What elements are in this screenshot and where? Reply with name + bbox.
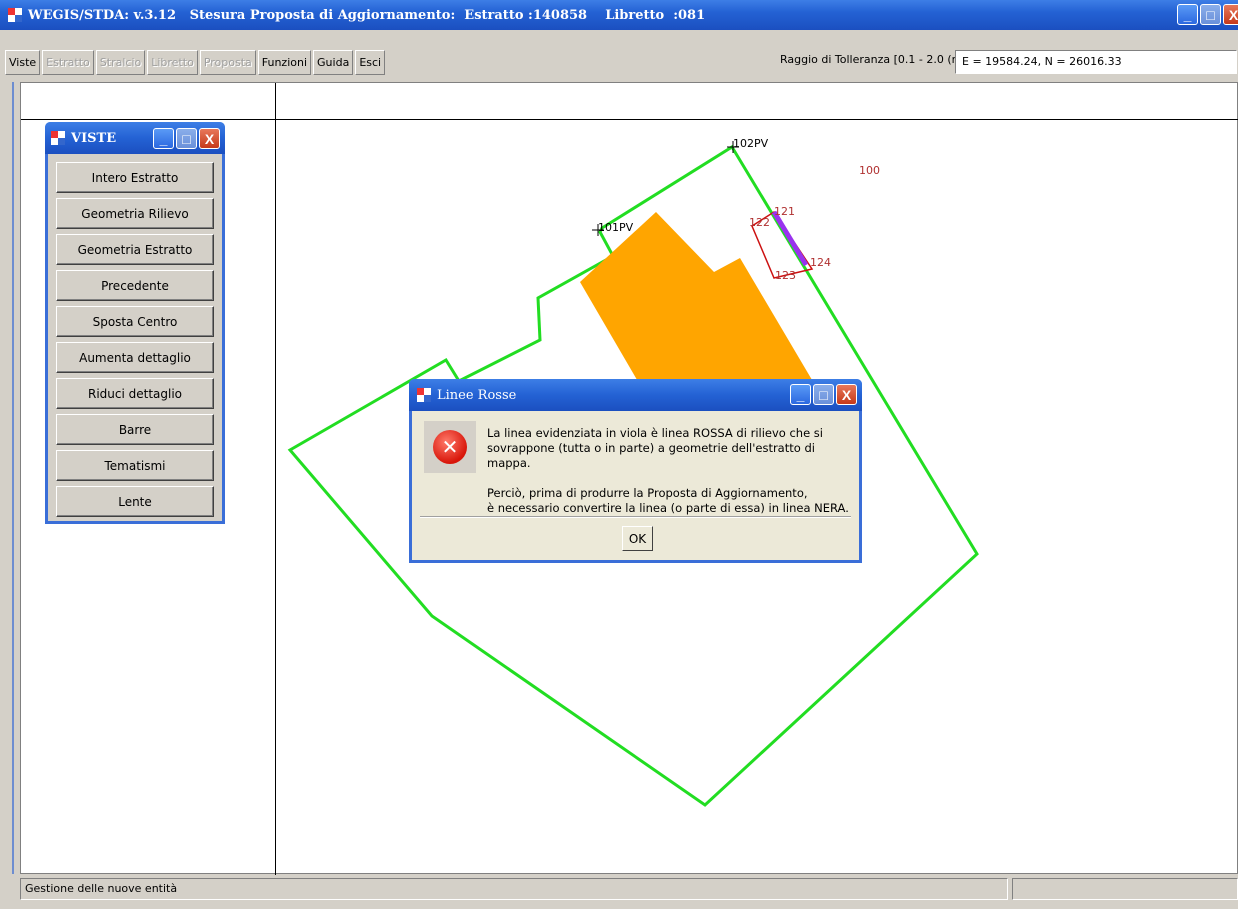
error-icon: ✕ — [424, 421, 476, 473]
viste-maximize-button[interactable]: □ — [176, 128, 197, 149]
barre-button[interactable]: Barre — [56, 414, 214, 445]
dialog-title-bar[interactable]: Linee Rosse _ □ X — [409, 379, 862, 411]
intero-estratto-button[interactable]: Intero Estratto — [56, 162, 214, 193]
lente-button[interactable]: Lente — [56, 486, 214, 517]
riduci-dettaglio-button[interactable]: Riduci dettaglio — [56, 378, 214, 409]
precedente-button[interactable]: Precedente — [56, 270, 214, 301]
dialog-separator — [420, 516, 851, 518]
geometria-estratto-button[interactable]: Geometria Estratto — [56, 234, 214, 265]
tematismi-button[interactable]: Tematismi — [56, 450, 214, 481]
label-121: 121 — [774, 205, 795, 218]
viste-minimize-button[interactable]: _ — [153, 128, 174, 149]
dialog-title: Linee Rosse — [437, 387, 517, 403]
label-102pv: 102PV — [733, 137, 769, 150]
message-line-1: La linea evidenziata in viola è linea RO… — [487, 426, 823, 440]
label-124: 124 — [810, 256, 831, 269]
viste-title-bar[interactable]: VISTE _ □ X — [45, 122, 225, 154]
label-100: 100 — [859, 164, 880, 177]
ok-button[interactable]: OK — [622, 526, 653, 551]
label-101pv: 101PV — [598, 221, 634, 234]
message-line-2: sovrappone (tutta o in parte) a geometri… — [487, 441, 815, 470]
viste-title: VISTE — [71, 130, 117, 146]
violet-highlight-line — [771, 210, 809, 267]
message-line-3: Perciò, prima di produrre la Proposta di… — [487, 486, 808, 500]
dialog-close-button[interactable]: X — [836, 384, 857, 405]
label-123: 123 — [775, 269, 796, 282]
dialog-icon — [417, 388, 431, 402]
dialog-maximize-button[interactable]: □ — [813, 384, 834, 405]
status-text: Gestione delle nuove entità — [20, 878, 1008, 900]
viste-icon — [51, 131, 65, 145]
geometria-rilievo-button[interactable]: Geometria Rilievo — [56, 198, 214, 229]
label-122: 122 — [749, 216, 770, 229]
status-bar: Gestione delle nuove entità — [20, 876, 1238, 909]
error-circle: ✕ — [433, 430, 467, 464]
aumenta-dettaglio-button[interactable]: Aumenta dettaglio — [56, 342, 214, 373]
viste-button-list: Intero Estratto Geometria Rilievo Geomet… — [48, 154, 222, 517]
viste-close-button[interactable]: X — [199, 128, 220, 149]
sposta-centro-button[interactable]: Sposta Centro — [56, 306, 214, 337]
message-line-4: è necessario convertire la linea (o part… — [487, 501, 849, 515]
status-panel — [1012, 878, 1238, 900]
dialog-minimize-button[interactable]: _ — [790, 384, 811, 405]
linee-rosse-dialog: Linee Rosse _ □ X ✕ La linea evidenziata… — [409, 379, 862, 563]
building — [580, 212, 815, 385]
dialog-message: La linea evidenziata in viola è linea RO… — [487, 426, 857, 516]
viste-window: VISTE _ □ X Intero Estratto Geometria Ri… — [45, 122, 225, 524]
dialog-body: ✕ La linea evidenziata in viola è linea … — [412, 411, 859, 516]
